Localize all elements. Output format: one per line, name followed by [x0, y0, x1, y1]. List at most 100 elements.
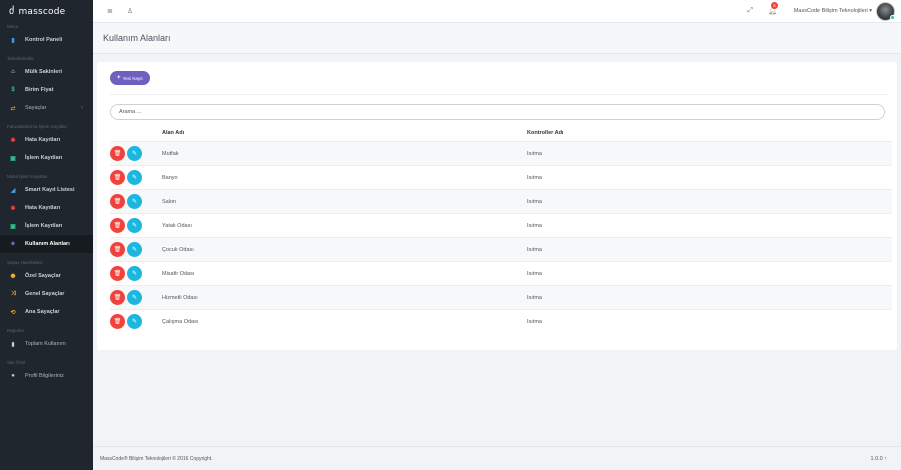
sidebar-item[interactable]: ⇄ Sayaçlar ‹: [0, 99, 93, 117]
cell-area-name: Yatak Odası: [162, 222, 192, 229]
edit-button[interactable]: ✎: [127, 266, 142, 281]
column-header-controller: Kontroller Adı: [527, 130, 564, 136]
table-row: 🗑︎ ✎ Salon Isıtma: [110, 189, 892, 213]
edit-button[interactable]: ✎: [127, 194, 142, 209]
version-text: 1.0.0 ↑: [870, 455, 887, 462]
sidebar-item[interactable]: ✺ Özel Sayaçlar: [0, 267, 93, 285]
delete-button[interactable]: 🗑︎: [110, 242, 125, 257]
cell-area-name: Çalışma Odası: [162, 318, 199, 325]
table-body: 🗑︎ ✎ Mutfak Isıtma 🗑︎ ✎ Banyo Isıtma 🗑︎ …: [110, 141, 892, 333]
delete-button[interactable]: 🗑︎: [110, 218, 125, 233]
copyright-text: MassCode® Bilişim Teknolojileri © 2016 C…: [100, 455, 213, 462]
trash-icon: 🗑︎: [113, 271, 122, 277]
trash-icon: 🗑︎: [113, 247, 122, 253]
delete-button[interactable]: 🗑︎: [110, 146, 125, 161]
sidebar-item[interactable]: ▣ İşlem Kayıtları: [0, 217, 93, 235]
content-card: + Yeni Kayıt Alan Adı Kontroller Adı 🗑︎ …: [97, 62, 897, 350]
cell-controller-name: Isıtma: [527, 222, 542, 229]
sidebar-item-label: Sayaçlar: [25, 105, 47, 111]
edit-icon: ✎: [131, 319, 138, 325]
app-name: masscode: [18, 6, 66, 17]
sidebar-section-title: Sayaç Hareketleri: [7, 260, 43, 265]
dollar-icon: $: [11, 87, 15, 93]
chevron-left-icon: ‹: [81, 105, 83, 111]
sidebar-item[interactable]: ✱ Hata Kayıtları: [0, 131, 93, 149]
sidebar-item[interactable]: ⟲ Ana Sayaçlar: [0, 303, 93, 321]
table-row: 🗑︎ ✎ Çocuk Odası Isıtma: [110, 237, 892, 261]
sidebar-item[interactable]: ▮ Kontrol Paneli: [0, 31, 93, 49]
sidebar-item[interactable]: ◢ Smart Kayıt Listesi: [0, 181, 93, 199]
user-icon: ●: [11, 373, 15, 379]
delete-button[interactable]: 🗑︎: [110, 290, 125, 305]
user-search-icon[interactable]: ♙: [127, 7, 133, 15]
sidebar-item-label: Smart Kayıt Listesi: [25, 187, 75, 193]
sidebar-item[interactable]: $ Birim Fiyat: [0, 81, 93, 99]
row-actions: 🗑︎ ✎: [110, 314, 162, 329]
edit-button[interactable]: ✎: [127, 146, 142, 161]
edit-button[interactable]: ✎: [127, 290, 142, 305]
menu-toggle-icon[interactable]: ≣: [107, 7, 113, 15]
delete-button[interactable]: 🗑︎: [110, 266, 125, 281]
scroll-up-icon: ↑: [884, 455, 887, 462]
row-actions: 🗑︎ ✎: [110, 218, 162, 233]
page-header: Kullanım Alanları: [93, 23, 901, 54]
cell-area-name: Salon: [162, 198, 177, 205]
delete-button[interactable]: 🗑︎: [110, 314, 125, 329]
sidebar-section-title: Raporlar: [7, 328, 25, 333]
cell-area-name: Misafir Odası: [162, 270, 195, 277]
sidebar-item[interactable]: ▮ Toplam Kullanım: [0, 335, 93, 353]
edit-icon: ✎: [131, 151, 138, 157]
edit-button[interactable]: ✎: [127, 170, 142, 185]
user-menu[interactable]: MassCode Bilişim Teknolojileri ▾: [794, 8, 872, 14]
delete-button[interactable]: 🗑︎: [110, 170, 125, 185]
sidebar-item-label: Mülk Sakinleri: [25, 69, 62, 75]
page-title: Kullanım Alanları: [103, 33, 171, 43]
sidebar-section-title: Site Özel: [7, 360, 26, 365]
avatar[interactable]: [876, 1, 895, 21]
delete-button[interactable]: 🗑︎: [110, 194, 125, 209]
new-record-button[interactable]: + Yeni Kayıt: [110, 71, 150, 85]
edit-icon: ✎: [131, 271, 138, 277]
usage-areas-table: Alan Adı Kontroller Adı 🗑︎ ✎ Mutfak Isıt…: [110, 125, 892, 333]
sidebar-item[interactable]: ⬥ Kullanım Alanları: [0, 235, 93, 253]
topbar-right: ⤢ 🔔︎ 5 MassCode Bilişim Teknolojileri ▾: [747, 0, 901, 23]
list-icon: ▣: [10, 155, 16, 162]
bug-icon: ✱: [10, 137, 16, 144]
row-actions: 🗑︎ ✎: [110, 290, 162, 305]
edit-icon: ✎: [131, 295, 138, 301]
trash-icon: 🗑︎: [113, 295, 122, 301]
footer: MassCode® Bilişim Teknolojileri © 2016 C…: [93, 446, 901, 470]
app-logo[interactable]: ძ masscode: [0, 0, 93, 23]
table-row: 🗑︎ ✎ Misafir Odası Isıtma: [110, 261, 892, 285]
notification-bell-icon[interactable]: 🔔︎ 5: [768, 2, 778, 15]
edit-icon: ✎: [131, 175, 138, 181]
edit-button[interactable]: ✎: [127, 218, 142, 233]
sidebar-item-label: Toplam Kullanım: [25, 341, 66, 347]
edit-button[interactable]: ✎: [127, 242, 142, 257]
table-row: 🗑︎ ✎ Mutfak Isıtma: [110, 141, 892, 165]
fullscreen-icon[interactable]: ⤢: [747, 7, 753, 15]
edit-icon: ✎: [131, 247, 138, 253]
repeat-icon: ⟲: [10, 309, 16, 316]
row-actions: 🗑︎ ✎: [110, 266, 162, 281]
sidebar-item[interactable]: ✱ Hata Kayıtları: [0, 199, 93, 217]
sidebar-item-label: Genel Sayaçlar: [25, 291, 65, 297]
table-row: 🗑︎ ✎ Yatak Odası Isıtma: [110, 213, 892, 237]
sidebar-item[interactable]: ⤨ Genel Sayaçlar: [0, 285, 93, 303]
cell-controller-name: Isıtma: [527, 174, 542, 181]
edit-button[interactable]: ✎: [127, 314, 142, 329]
search-input[interactable]: [110, 104, 885, 120]
sidebar-item-label: Ana Sayaçlar: [25, 309, 60, 315]
tag-icon: ⬥: [10, 240, 16, 247]
sidebar-section-title: Faturalandırma İşlem Kayıtları: [7, 124, 68, 129]
bar-chart-icon: ▮: [11, 37, 15, 44]
sidebar-item[interactable]: ● Profil Bilgileriniz: [0, 367, 93, 385]
sidebar-item[interactable]: ▣ İşlem Kayıtları: [0, 149, 93, 167]
cell-controller-name: Isıtma: [527, 318, 542, 325]
cell-controller-name: Isıtma: [527, 198, 542, 205]
row-actions: 🗑︎ ✎: [110, 170, 162, 185]
trash-icon: 🗑︎: [113, 199, 122, 205]
sidebar-item[interactable]: ⌂ Mülk Sakinleri: [0, 63, 93, 81]
edit-icon: ✎: [131, 223, 138, 229]
sidebar-section-title: Menu: [7, 24, 19, 29]
